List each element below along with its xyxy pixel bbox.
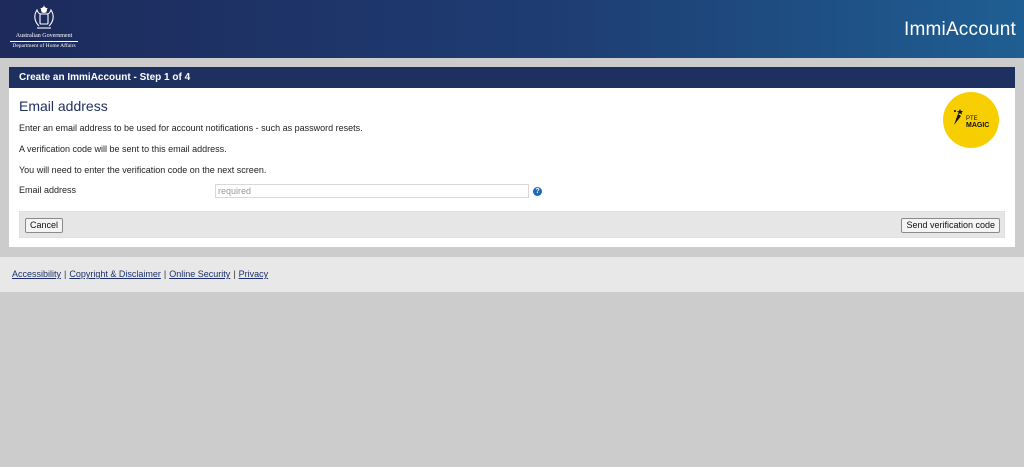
section-heading: Email address <box>19 98 108 114</box>
send-verification-code-button[interactable]: Send verification code <box>901 218 1000 233</box>
department-name-line: Department of Home Affairs <box>12 43 76 49</box>
pte-magic-logo-icon <box>954 109 963 125</box>
instruction-text-2: A verification code will be sent to this… <box>19 144 227 154</box>
coat-of-arms-icon <box>34 5 54 29</box>
instruction-text-1: Enter an email address to be used for ac… <box>19 123 363 133</box>
instruction-text-3: You will need to enter the verification … <box>19 165 267 175</box>
gov-name-line: Australian Government <box>15 33 73 39</box>
help-icon[interactable]: ? <box>533 187 542 196</box>
footer-link-privacy[interactable]: Privacy <box>239 269 269 279</box>
footer-separator: | <box>233 269 236 279</box>
badge-text-magic: MAGIC <box>966 122 990 129</box>
pte-magic-badge: PTE MAGIC <box>943 92 999 148</box>
step-title-bar: Create an ImmiAccount - Step 1 of 4 <box>9 67 1015 88</box>
footer-links: Accessibility | Copyright & Disclaimer | Onl… <box>12 269 268 279</box>
top-banner: Australian Government Department of Home… <box>0 0 1024 58</box>
email-field-label: Email address <box>19 185 77 195</box>
app-title: ImmiAccount <box>903 19 1016 40</box>
australian-government-logo[interactable]: Australian Government Department of Home… <box>6 4 82 54</box>
form-action-bar: Cancel Send verification code <box>19 211 1005 238</box>
footer-link-accessibility[interactable]: Accessibility <box>12 269 61 279</box>
footer: Accessibility | Copyright & Disclaimer | Onl… <box>0 257 1024 292</box>
create-account-panel: Create an ImmiAccount - Step 1 of 4 Emai… <box>9 67 1015 247</box>
footer-separator: | <box>163 269 167 279</box>
footer-separator: | <box>64 269 67 279</box>
email-field[interactable] <box>215 184 529 198</box>
footer-link-online-security[interactable]: Online Security <box>169 269 230 279</box>
footer-link-copyright-disclaimer[interactable]: Copyright & Disclaimer <box>69 269 161 279</box>
cancel-button[interactable]: Cancel <box>25 218 64 233</box>
logo-divider <box>10 41 78 42</box>
